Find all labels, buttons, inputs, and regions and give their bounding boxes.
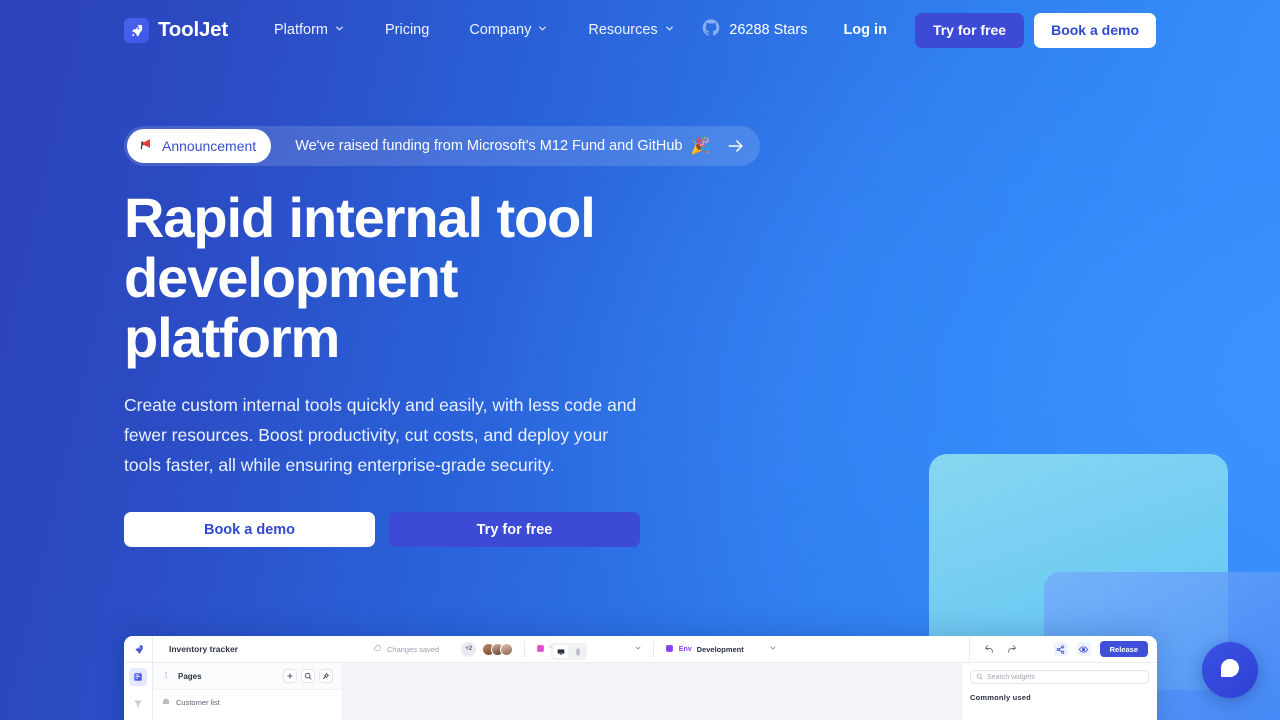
nav-item-platform-label: Platform xyxy=(273,22,328,38)
hero-subtitle: Create custom internal tools quickly and… xyxy=(124,395,637,475)
chevron-down-icon xyxy=(537,22,548,38)
version-tag-icon xyxy=(536,644,545,655)
drag-handle-icon[interactable] xyxy=(162,671,170,681)
page-list-item[interactable]: Customer list xyxy=(153,690,342,714)
github-stars-label: 26288 Stars xyxy=(729,22,808,38)
pages-panel-actions xyxy=(283,669,333,683)
save-status: Changes saved xyxy=(362,644,450,655)
nav-item-resources-label: Resources xyxy=(588,22,658,38)
brand-logo[interactable]: ToolJet xyxy=(124,17,228,43)
redo-icon[interactable] xyxy=(1005,642,1019,656)
nav-actions: 26288 Stars Log in Try for free Book a d… xyxy=(702,12,1156,48)
nav-item-pricing-label: Pricing xyxy=(384,22,430,38)
app-name-label: Inventory tracker xyxy=(169,644,238,654)
brand-name: ToolJet xyxy=(158,18,228,41)
github-icon xyxy=(702,19,720,41)
hero-cta-group: Book a demo Try for free xyxy=(124,512,764,547)
avatar-stack xyxy=(481,642,514,656)
nav-book-a-demo-button[interactable]: Book a demo xyxy=(1034,12,1156,48)
search-icon xyxy=(976,673,983,682)
save-status-label: Changes saved xyxy=(386,644,440,654)
hero-try-for-free-button[interactable]: Try for free xyxy=(389,512,640,547)
avatar-overflow-count: +2 xyxy=(461,641,477,657)
pages-panel-title: Pages xyxy=(178,671,202,681)
undo-icon[interactable] xyxy=(982,642,996,656)
widget-section-heading: Commonly used xyxy=(970,693,1031,702)
github-stars-link[interactable]: 26288 Stars xyxy=(702,19,807,41)
arrow-right-icon[interactable] xyxy=(726,136,746,156)
environment-tag-icon xyxy=(665,644,674,655)
collaborator-avatars[interactable]: +2 xyxy=(450,641,524,657)
rail-item-inspector-icon[interactable] xyxy=(129,695,147,713)
megaphone-icon xyxy=(140,136,155,156)
preview-eye-icon[interactable] xyxy=(1076,642,1091,656)
app-rocket-icon xyxy=(124,636,153,663)
nav-item-company[interactable]: Company xyxy=(459,16,558,44)
chevron-down-icon xyxy=(334,22,345,38)
app-preview-body: Pages Customer list Search widgets Commo… xyxy=(124,663,1157,720)
app-topbar-right: Release xyxy=(968,636,1157,663)
pin-pages-icon[interactable] xyxy=(319,669,333,683)
chevron-down-icon xyxy=(664,22,675,38)
rocket-icon xyxy=(124,17,149,43)
hero-book-a-demo-button[interactable]: Book a demo xyxy=(124,512,375,547)
announcement-badge: Announcement xyxy=(127,129,272,163)
chevron-down-icon xyxy=(769,644,777,654)
hero-section: Rapid internal tool development platform… xyxy=(124,188,764,547)
login-link[interactable]: Log in xyxy=(843,22,887,38)
announcement-badge-label: Announcement xyxy=(162,138,257,154)
environment-value: Development xyxy=(696,644,744,654)
nav-links: Platform Pricing Company Resources xyxy=(264,16,685,44)
nav-item-platform[interactable]: Platform xyxy=(264,16,355,44)
announcement-banner[interactable]: Announcement We've raised funding from M… xyxy=(124,126,761,166)
pages-panel: Pages Customer list xyxy=(153,663,343,720)
widget-panel: Search widgets Commonly used xyxy=(961,663,1157,720)
app-canvas[interactable] xyxy=(343,663,961,720)
environment-selector[interactable]: Env Development xyxy=(654,644,788,655)
landing-page-hero: ToolJet Platform Pricing Company Resourc… xyxy=(0,0,1280,720)
rail-item-pages-icon[interactable] xyxy=(129,668,147,686)
party-popper-icon: 🎉 xyxy=(690,138,711,155)
search-pages-icon[interactable] xyxy=(301,669,315,683)
app-preview-topbar: Inventory tracker Changes saved +2 Env D… xyxy=(124,636,1157,663)
nav-try-for-free-button[interactable]: Try for free xyxy=(914,12,1025,48)
avatar xyxy=(500,642,514,656)
home-icon xyxy=(162,697,170,707)
announcement-text: We've raised funding from Microsoft's M1… xyxy=(295,138,683,154)
nav-item-company-label: Company xyxy=(469,22,532,38)
environment-tag-label: Env xyxy=(678,645,692,653)
page-title: Rapid internal tool development platform xyxy=(124,186,596,369)
mobile-view-icon[interactable] xyxy=(570,645,585,658)
cloud-check-icon xyxy=(373,644,382,655)
app-left-rail xyxy=(124,663,153,720)
search-widgets-placeholder: Search widgets xyxy=(987,673,1035,681)
add-page-icon[interactable] xyxy=(283,669,297,683)
nav-item-pricing[interactable]: Pricing xyxy=(375,16,439,44)
view-mode-toggle[interactable] xyxy=(551,643,587,660)
page-list-item-label: Customer list xyxy=(176,697,220,707)
chat-bubble-icon xyxy=(1218,656,1242,685)
release-button[interactable]: Release xyxy=(1099,641,1148,657)
version-selector[interactable]: Ver v1.10 xyxy=(525,644,653,655)
chat-launcher-button[interactable] xyxy=(1202,642,1258,698)
nav-item-resources[interactable]: Resources xyxy=(578,16,684,44)
pages-panel-header: Pages xyxy=(153,663,342,690)
search-widgets-input[interactable]: Search widgets xyxy=(970,670,1149,684)
app-preview-screenshot: Inventory tracker Changes saved +2 Env D… xyxy=(124,636,1157,720)
main-navbar: ToolJet Platform Pricing Company Resourc… xyxy=(0,0,1280,60)
share-icon[interactable] xyxy=(1053,642,1068,656)
chevron-down-icon xyxy=(634,644,642,654)
desktop-view-icon[interactable] xyxy=(553,645,568,658)
